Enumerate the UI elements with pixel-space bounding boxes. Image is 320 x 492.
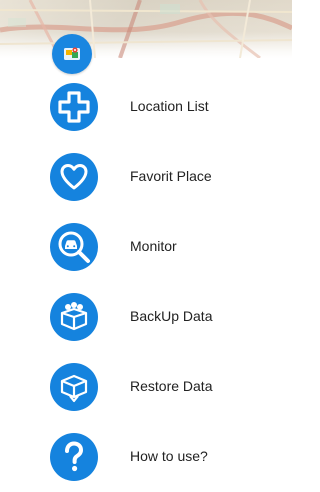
map-header-banner xyxy=(0,0,292,58)
menu-icon-badge xyxy=(50,83,98,131)
menu-item-location-list[interactable]: Location List xyxy=(0,78,292,138)
menu-label: Location List xyxy=(130,98,209,114)
plus-cross-icon xyxy=(58,91,90,123)
menu-icon-badge xyxy=(50,363,98,411)
backup-box-icon xyxy=(60,302,88,331)
menu-icon-badge xyxy=(50,433,98,481)
menu-icon-badge xyxy=(50,293,98,341)
menu-label: How to use? xyxy=(130,448,208,464)
restore-box-icon xyxy=(60,374,88,403)
menu-item-monitor[interactable]: Monitor xyxy=(0,218,292,278)
heart-icon xyxy=(60,164,88,190)
map-background-icon xyxy=(0,0,292,58)
menu-label: BackUp Data xyxy=(130,308,213,324)
navigation-drawer: Location List Favorit Place Monitor Back… xyxy=(0,0,292,492)
menu-item-backup-data[interactable]: BackUp Data xyxy=(0,288,292,348)
menu-label: Favorit Place xyxy=(130,168,212,184)
menu-label: Monitor xyxy=(130,238,177,254)
app-logo xyxy=(52,34,92,74)
menu-item-restore-data[interactable]: Restore Data xyxy=(0,358,292,418)
location-app-logo-icon xyxy=(64,47,80,60)
menu-item-favorit-place[interactable]: Favorit Place xyxy=(0,148,292,208)
question-mark-icon xyxy=(65,441,84,472)
menu-icon-badge xyxy=(50,223,98,271)
menu-icon-badge xyxy=(50,153,98,201)
car-search-icon xyxy=(58,231,90,263)
menu-label: Restore Data xyxy=(130,378,213,394)
menu-item-how-to-use[interactable]: How to use? xyxy=(0,428,292,488)
